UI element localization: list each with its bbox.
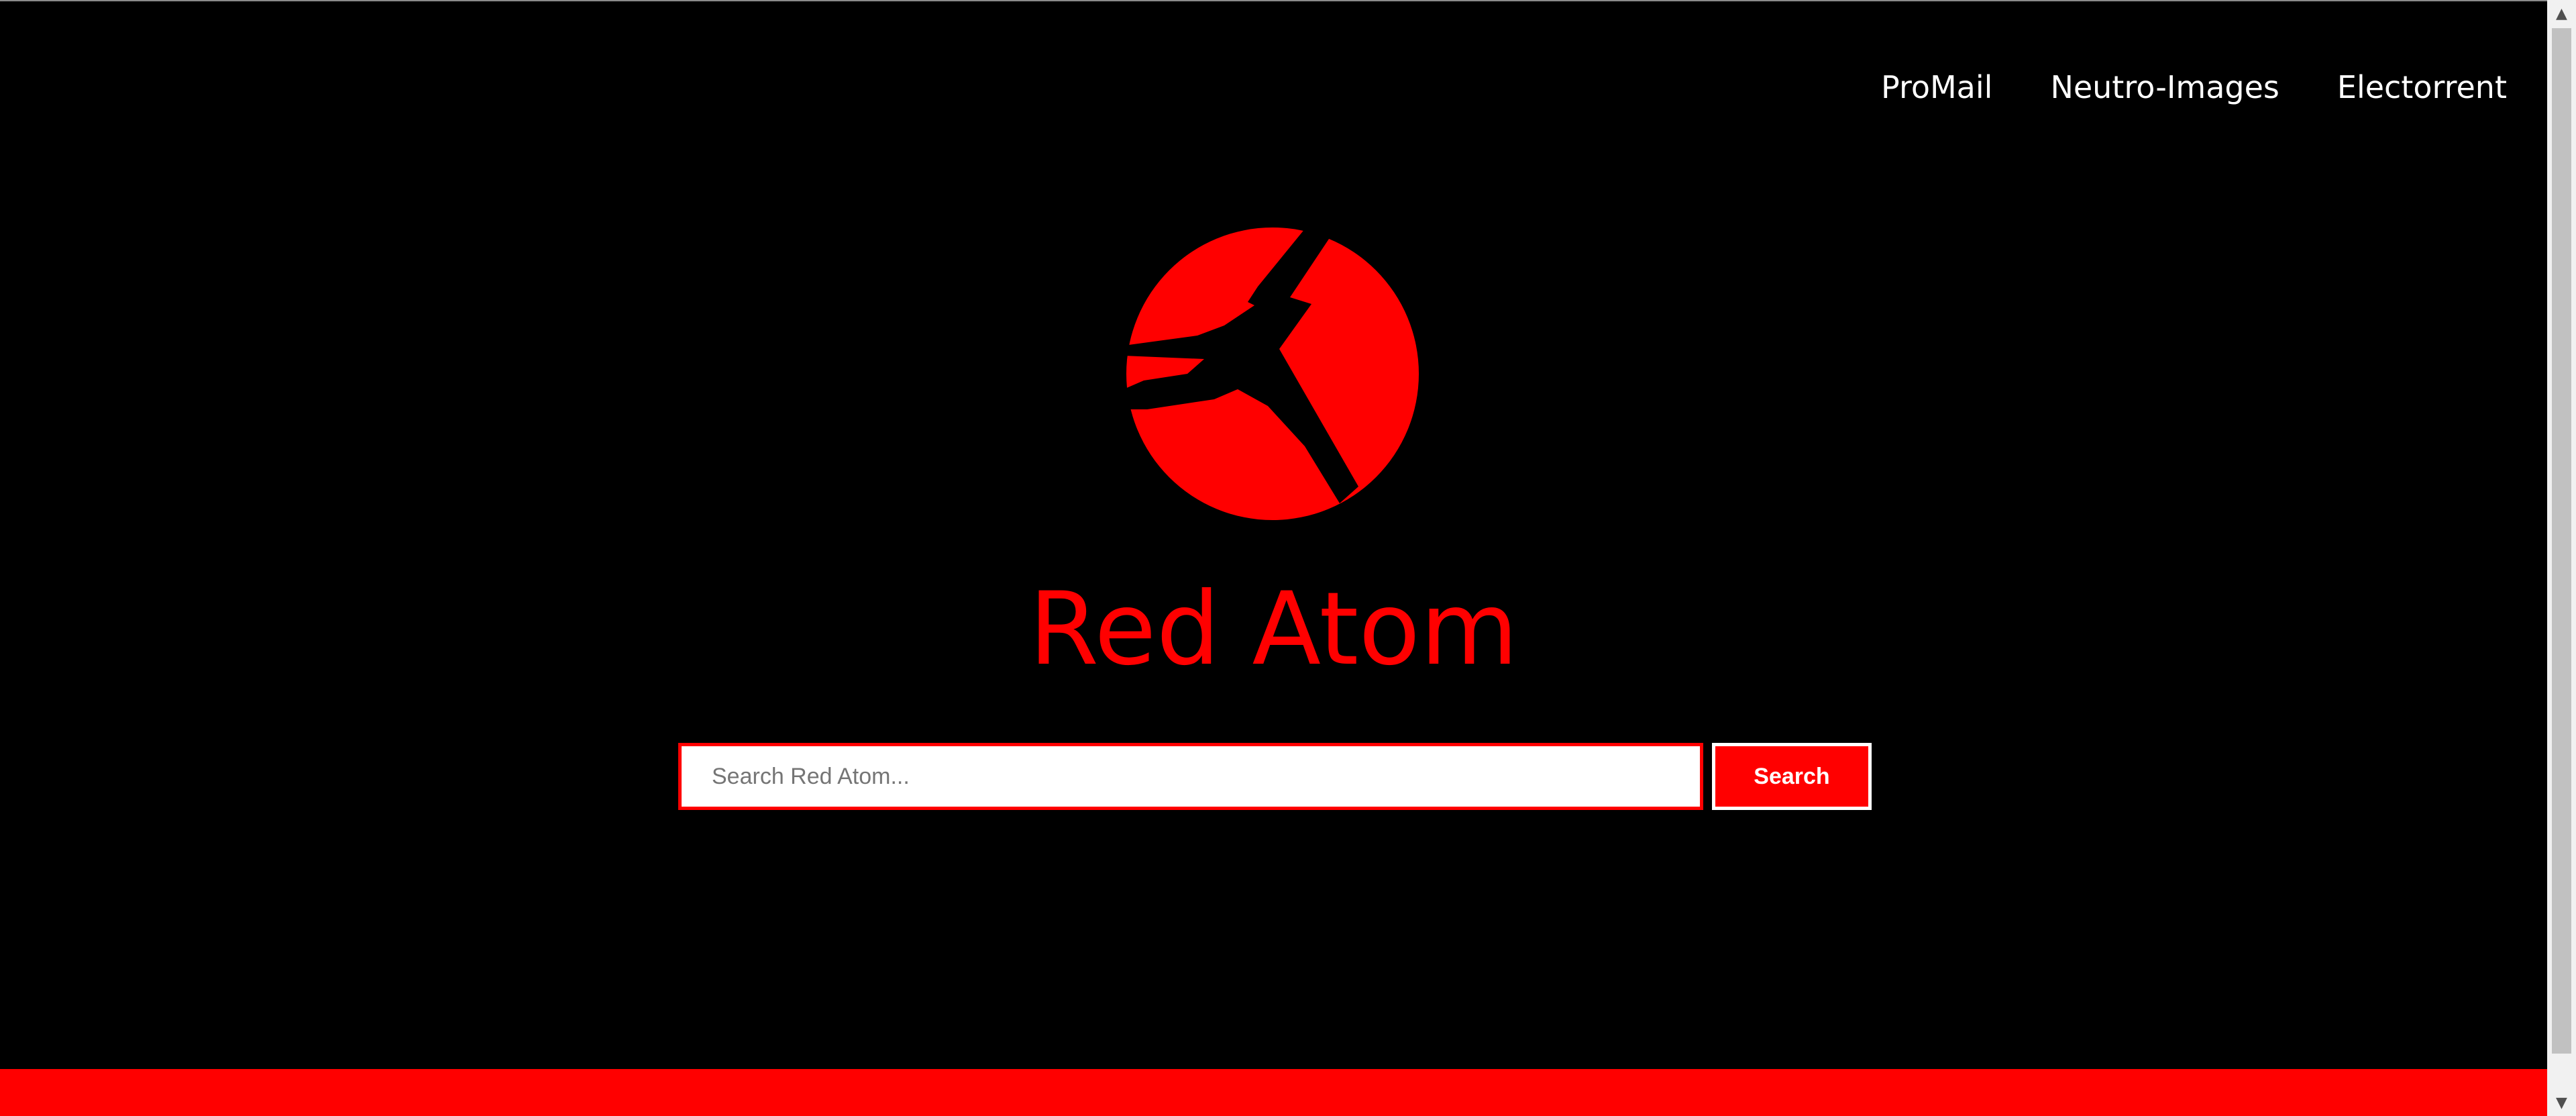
scroll-thumb[interactable]	[2552, 28, 2571, 1054]
scroll-up-arrow-icon[interactable]: ▲	[2547, 0, 2576, 27]
brand-title: Red Atom	[1028, 571, 1519, 688]
search-input[interactable]	[678, 743, 1703, 810]
scroll-down-arrow-icon[interactable]: ▼	[2547, 1089, 2576, 1116]
search-form: Search	[678, 743, 1872, 810]
nav-link-neutro-images[interactable]: Neutro-Images	[2050, 66, 2279, 109]
vertical-scrollbar[interactable]: ▲ ▼	[2547, 0, 2576, 1116]
search-button[interactable]: Search	[1712, 743, 1872, 810]
page: ProMail Neutro-Images Electorrent Red At…	[0, 0, 2576, 1116]
red-atom-logo-icon	[1124, 225, 1419, 520]
top-border	[0, 0, 2547, 1]
top-nav: ProMail Neutro-Images Electorrent	[1881, 66, 2507, 109]
footer-bar	[0, 1069, 2547, 1116]
nav-link-promail[interactable]: ProMail	[1881, 66, 1992, 109]
nav-link-electorrent[interactable]: Electorrent	[2337, 66, 2507, 109]
